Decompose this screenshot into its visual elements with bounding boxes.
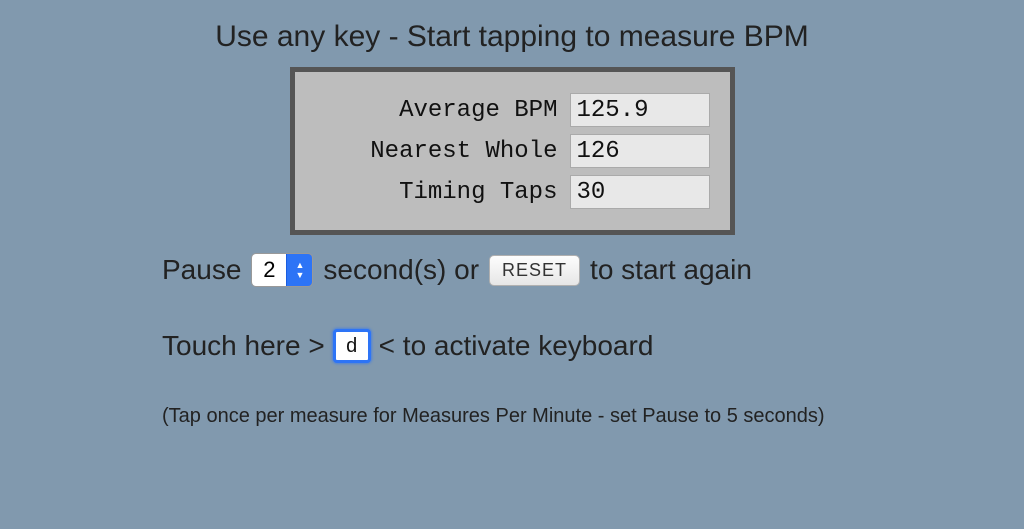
hint-text: (Tap once per measure for Measures Per M…: [162, 405, 862, 428]
chevron-up-icon[interactable]: ▲: [295, 260, 304, 270]
pause-seconds-suffix: second(s) or: [323, 254, 479, 286]
keyboard-activation-input[interactable]: [333, 329, 371, 363]
stat-label-timing-taps: Timing Taps: [399, 179, 569, 206]
touch-prefix: Touch here >: [162, 330, 325, 362]
pause-seconds-value: 2: [252, 254, 286, 286]
pause-prefix: Pause: [162, 254, 241, 286]
stat-label-nearest-whole: Nearest Whole: [370, 138, 569, 165]
stat-row-timing-taps: Timing Taps 30: [315, 175, 710, 209]
pause-row: Pause 2 ▲ ▼ second(s) or RESET to start …: [162, 253, 862, 287]
pause-suffix: to start again: [590, 254, 752, 286]
stat-value-average-bpm: 125.9: [570, 93, 710, 127]
heading: Use any key - Start tapping to measure B…: [215, 20, 809, 54]
pause-seconds-stepper[interactable]: 2 ▲ ▼: [251, 253, 313, 287]
stat-label-average-bpm: Average BPM: [399, 97, 569, 124]
touch-row: Touch here > < to activate keyboard: [162, 329, 862, 363]
stat-row-average-bpm: Average BPM 125.9: [315, 93, 710, 127]
stats-panel: Average BPM 125.9 Nearest Whole 126 Timi…: [290, 67, 735, 235]
reset-button[interactable]: RESET: [489, 255, 580, 286]
stepper-arrows-icon[interactable]: ▲ ▼: [286, 254, 312, 286]
touch-suffix: < to activate keyboard: [379, 330, 654, 362]
chevron-down-icon[interactable]: ▼: [295, 270, 304, 280]
stat-row-nearest-whole: Nearest Whole 126: [315, 134, 710, 168]
stat-value-nearest-whole: 126: [570, 134, 710, 168]
stat-value-timing-taps: 30: [570, 175, 710, 209]
